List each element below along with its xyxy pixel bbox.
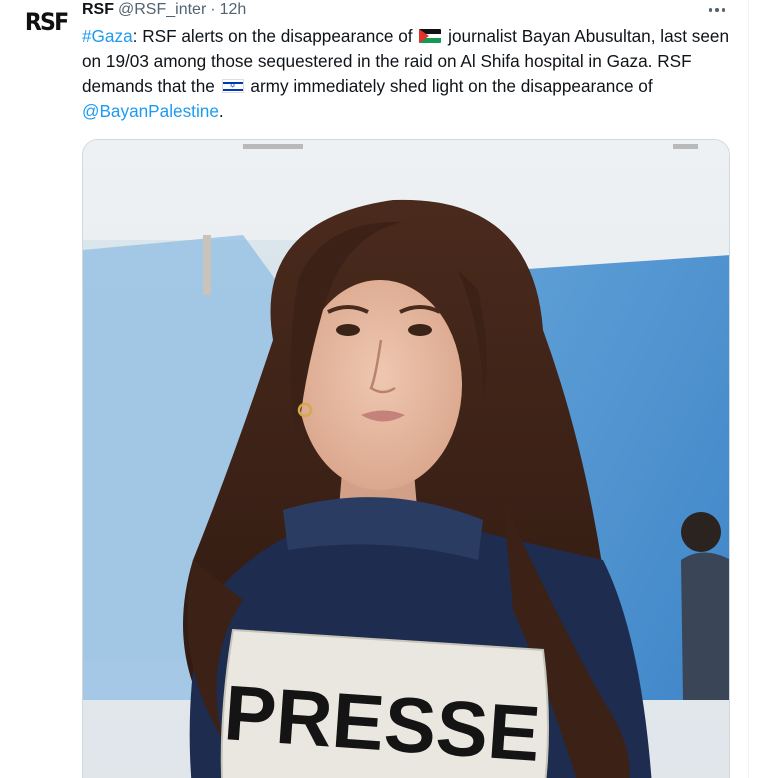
mention-link[interactable]: @BayanPalestine <box>82 101 219 121</box>
photo-journalist-portrait: PRESSE <box>83 140 729 778</box>
separator: · <box>210 1 216 18</box>
tweet[interactable]: RSF RSF @RSF_inter · 12h #Gaza: RSF aler… <box>0 0 757 778</box>
author-handle[interactable]: @RSF_inter <box>118 0 206 20</box>
rsf-logo: RSF <box>24 8 69 36</box>
avatar[interactable]: RSF <box>24 8 69 52</box>
palestine-flag-icon <box>419 29 442 43</box>
tweet-text: #Gaza: RSF alerts on the disappearance o… <box>82 24 742 124</box>
tweet-text-part1: : RSF alerts on the disappearance of <box>132 26 413 46</box>
tweet-photo[interactable]: PRESSE <box>82 139 730 778</box>
tweet-header: RSF @RSF_inter · 12h <box>82 0 246 20</box>
hashtag-link[interactable]: #Gaza <box>82 26 133 46</box>
more-options-icon[interactable] <box>700 0 734 20</box>
timestamp[interactable]: 12h <box>220 0 247 20</box>
tweet-text-part3: army immediately shed light on the disap… <box>250 76 653 96</box>
author-name[interactable]: RSF <box>82 0 114 20</box>
tweet-text-part4: . <box>218 101 224 121</box>
israel-flag-icon: ✡ <box>221 79 244 93</box>
